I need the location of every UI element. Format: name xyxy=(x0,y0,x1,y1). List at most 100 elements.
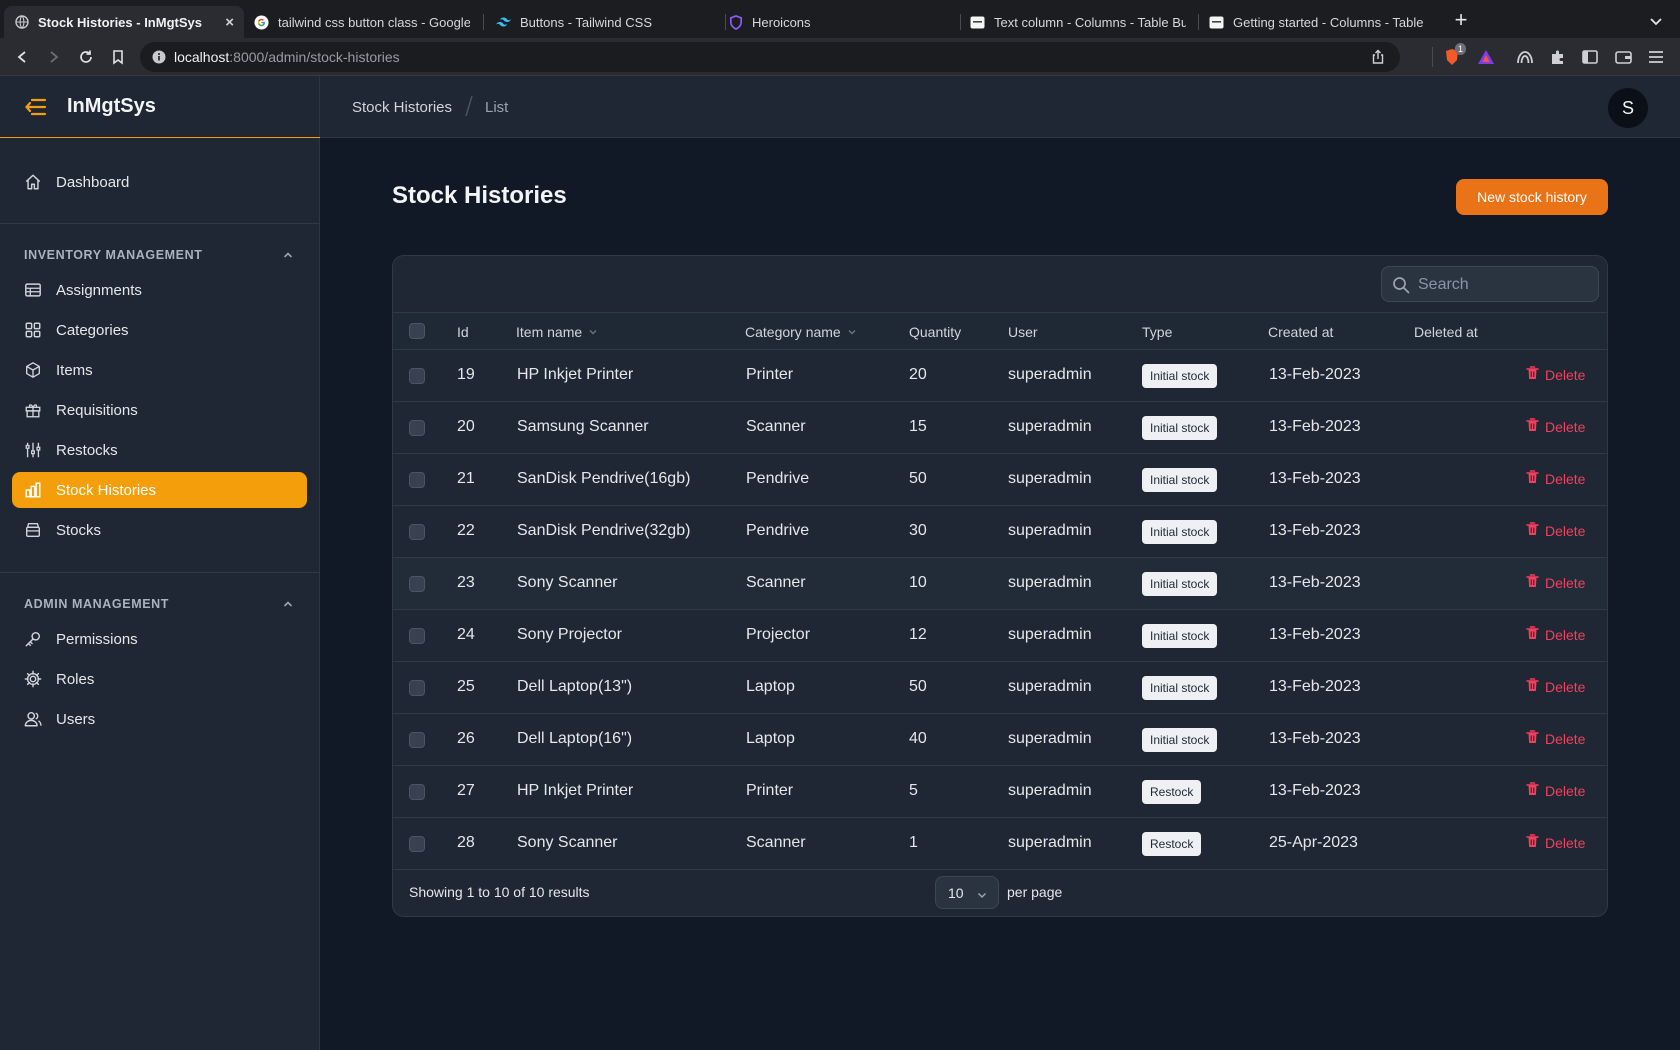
sidebar-toggle-icon[interactable] xyxy=(1581,48,1599,66)
delete-button[interactable]: Delete xyxy=(1526,470,1585,487)
reload-icon[interactable] xyxy=(75,46,97,68)
row-checkbox[interactable] xyxy=(409,732,425,748)
row-checkbox[interactable] xyxy=(409,524,425,540)
vpn-icon[interactable] xyxy=(1516,48,1534,66)
cell-item-name: SanDisk Pendrive(16gb) xyxy=(517,470,691,487)
menu-icon[interactable] xyxy=(1647,48,1665,66)
table-toolbar: Search xyxy=(393,256,1607,313)
delete-button[interactable]: Delete xyxy=(1526,678,1585,695)
row-checkbox[interactable] xyxy=(409,472,425,488)
new-stock-history-button[interactable]: New stock history xyxy=(1456,179,1608,215)
back-icon[interactable] xyxy=(11,46,33,68)
collapse-sidebar-icon[interactable] xyxy=(25,97,47,117)
user-avatar[interactable]: S xyxy=(1608,88,1648,128)
collapse-group-chevron-icon[interactable] xyxy=(282,597,294,609)
table-row[interactable]: 19 HP Inkjet Printer Printer 20 superadmin In… xyxy=(393,350,1607,402)
bookmark-icon[interactable] xyxy=(107,46,129,68)
share-icon[interactable] xyxy=(1370,49,1386,65)
row-checkbox[interactable] xyxy=(409,680,425,696)
cell-created-at: 13-Feb-2023 xyxy=(1269,626,1361,643)
table-row[interactable]: 26 Dell Laptop(16") Laptop 40 superadmin Init… xyxy=(393,714,1607,766)
browser-tab[interactable]: Heroicons xyxy=(718,6,954,38)
sidebar-item-users[interactable]: Users xyxy=(12,701,307,737)
cell-id: 25 xyxy=(457,678,475,695)
row-checkbox[interactable] xyxy=(409,420,425,436)
column-header-type: Type xyxy=(1142,324,1173,340)
close-tab-icon[interactable]: × xyxy=(225,14,234,31)
sidebar-item-stocks[interactable]: Stocks xyxy=(12,512,307,548)
wallet-icon[interactable] xyxy=(1614,48,1632,66)
type-badge: Initial stock xyxy=(1142,676,1218,700)
type-badge: Initial stock xyxy=(1142,572,1218,596)
sidebar-item-permissions[interactable]: Permissions xyxy=(12,621,307,657)
cell-created-at: 13-Feb-2023 xyxy=(1269,522,1361,539)
sidebar-item-requisitions[interactable]: Requisitions xyxy=(12,392,307,428)
trash-icon xyxy=(1526,470,1539,487)
delete-button[interactable]: Delete xyxy=(1526,522,1585,539)
filament-icon xyxy=(1209,15,1224,30)
cell-category-name: Pendrive xyxy=(746,470,810,487)
delete-button[interactable]: Delete xyxy=(1526,366,1585,383)
delete-label: Delete xyxy=(1545,782,1586,799)
row-checkbox[interactable] xyxy=(409,576,425,592)
browser-tab[interactable]: Getting started - Columns - Table B xyxy=(1199,6,1435,38)
delete-button[interactable]: Delete xyxy=(1526,626,1585,643)
page-title: Stock Histories xyxy=(392,182,567,209)
cell-user: superadmin xyxy=(1008,782,1092,799)
browser-tab-active[interactable]: Stock Histories - InMgtSys × xyxy=(4,6,244,38)
sidebar-item-assignments[interactable]: Assignments xyxy=(12,272,307,308)
new-tab-button[interactable]: + xyxy=(1450,9,1472,32)
table-row[interactable]: 21 SanDisk Pendrive(16gb) Pendrive 50 supera… xyxy=(393,454,1607,506)
column-header-user: User xyxy=(1008,324,1038,340)
cell-created-at: 13-Feb-2023 xyxy=(1269,418,1361,435)
search-input[interactable]: Search xyxy=(1381,266,1599,302)
column-header-category-name[interactable]: Category name xyxy=(745,324,857,340)
row-checkbox[interactable] xyxy=(409,784,425,800)
table-row[interactable]: 24 Sony Projector Projector 12 superadmin Ini… xyxy=(393,610,1607,662)
delete-button[interactable]: Delete xyxy=(1526,730,1585,747)
users-icon xyxy=(24,710,42,728)
browser-tab[interactable]: tailwind css button class - Google S xyxy=(244,6,480,38)
row-checkbox[interactable] xyxy=(409,628,425,644)
sidebar-item-dashboard[interactable]: Dashboard xyxy=(12,164,307,200)
browser-tab[interactable]: Buttons - Tailwind CSS xyxy=(486,6,722,38)
breadcrumb-stock-histories[interactable]: Stock Histories xyxy=(352,99,452,116)
brave-rewards-icon[interactable] xyxy=(1477,48,1495,66)
per-page-select[interactable]: 10 xyxy=(935,876,999,909)
column-header-item-name[interactable]: Item name xyxy=(516,324,598,340)
table-row[interactable]: 20 Samsung Scanner Scanner 15 superadmin Init… xyxy=(393,402,1607,454)
extensions-puzzle-icon[interactable] xyxy=(1549,48,1567,66)
delete-button[interactable]: Delete xyxy=(1526,834,1585,851)
type-badge: Initial stock xyxy=(1142,416,1218,440)
collapse-group-chevron-icon[interactable] xyxy=(282,248,294,260)
chart-bar-icon xyxy=(24,481,42,499)
browser-tab[interactable]: Text column - Columns - Table Build xyxy=(960,6,1196,38)
sidebar-item-categories[interactable]: Categories xyxy=(12,312,307,348)
cell-id: 24 xyxy=(457,626,475,643)
sidebar-item-stock-histories[interactable]: Stock Histories xyxy=(12,472,307,508)
delete-button[interactable]: Delete xyxy=(1526,782,1585,799)
row-checkbox[interactable] xyxy=(409,368,425,384)
delete-button[interactable]: Delete xyxy=(1526,418,1585,435)
row-checkbox[interactable] xyxy=(409,836,425,852)
forward-icon[interactable] xyxy=(43,46,65,68)
shields-count-badge: 1 xyxy=(1455,43,1467,55)
tab-list-chevron-icon[interactable] xyxy=(1648,13,1664,29)
heroicons-icon xyxy=(728,14,743,30)
sidebar-item-restocks[interactable]: Restocks xyxy=(12,432,307,468)
cell-item-name: Sony Scanner xyxy=(517,834,618,851)
select-all-checkbox[interactable] xyxy=(409,323,425,339)
delete-button[interactable]: Delete xyxy=(1526,574,1585,591)
sidebar-item-label: Permissions xyxy=(56,630,138,648)
table-row[interactable]: 25 Dell Laptop(13") Laptop 50 superadmin Init… xyxy=(393,662,1607,714)
tailwind-icon xyxy=(496,15,511,30)
sidebar-item-items[interactable]: Items xyxy=(12,352,307,388)
address-bar[interactable]: localhost:8000/admin/stock-histories xyxy=(140,42,1400,72)
table-row[interactable]: 27 HP Inkjet Printer Printer 5 superadmin Res… xyxy=(393,766,1607,818)
site-info-icon[interactable] xyxy=(152,50,166,64)
table-row[interactable]: 23 Sony Scanner Scanner 10 superadmin Initial… xyxy=(393,558,1607,610)
table-row[interactable]: 28 Sony Scanner Scanner 1 superadmin Restock 2… xyxy=(393,818,1607,870)
table-row[interactable]: 22 SanDisk Pendrive(32gb) Pendrive 30 supera… xyxy=(393,506,1607,558)
sidebar-item-roles[interactable]: Roles xyxy=(12,661,307,697)
search-placeholder: Search xyxy=(1418,276,1469,293)
